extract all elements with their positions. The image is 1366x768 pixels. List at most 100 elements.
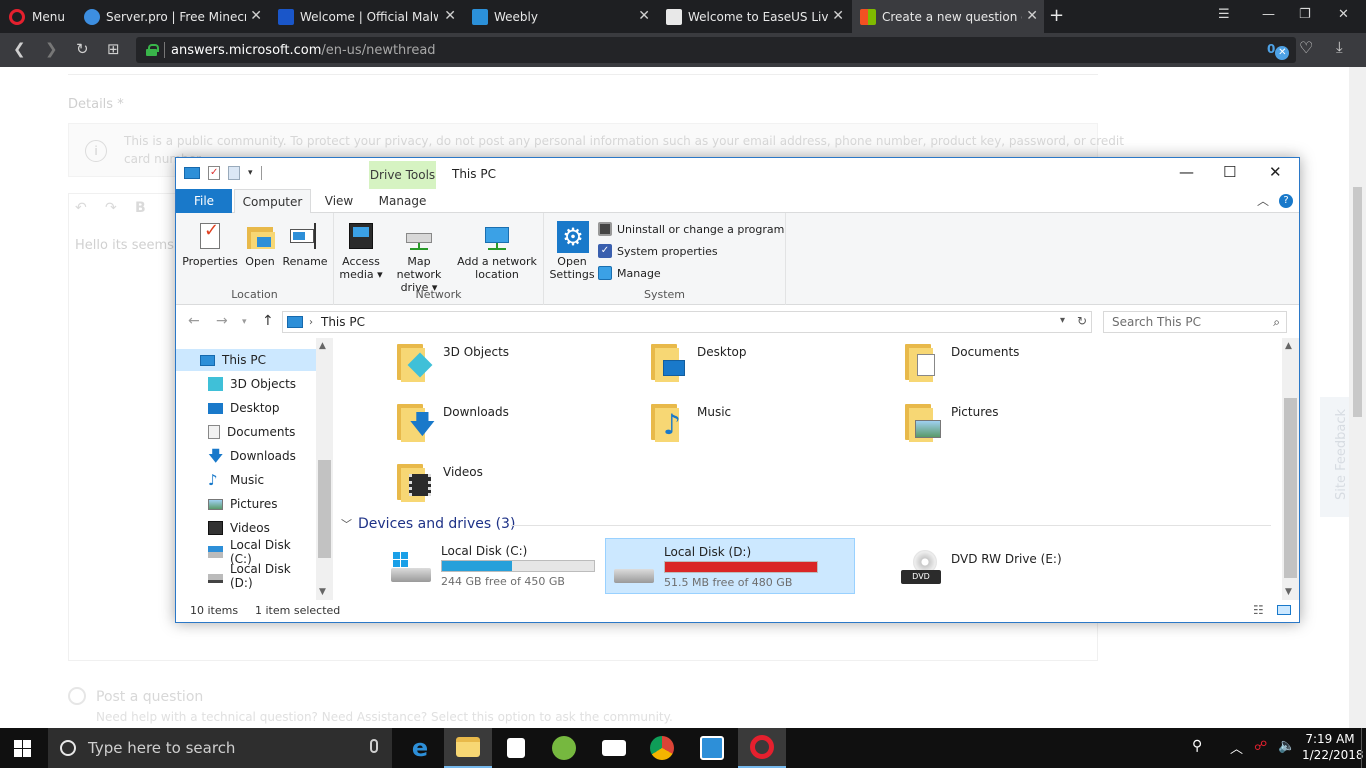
scroll-down-icon[interactable]: ▼ [1285,587,1292,597]
folder-downloads[interactable]: 🡇 Downloads [395,400,509,442]
explorer-search-input[interactable]: Search This PC ⌕ [1103,311,1287,333]
access-media-button[interactable]: Access media ▾ [338,221,384,281]
taskbar-clock[interactable]: 7:19 AM 1/22/2018 [1302,731,1364,763]
address-dropdown-icon[interactable]: ▾ [1060,315,1065,326]
system-properties-button[interactable]: ✓ System properties [598,244,718,258]
recent-locations-icon[interactable]: ▾ [242,317,247,327]
post-question-radio[interactable] [68,687,86,705]
opera-menu-button[interactable]: Menu [0,0,72,33]
open-settings-button[interactable]: ⚙ Open Settings [548,221,596,281]
undo-icon[interactable]: ↶ [75,200,87,216]
taskbar-chrome[interactable] [638,728,686,768]
volume-icon[interactable]: 🔈 [1278,738,1295,754]
rename-button[interactable]: Rename [282,221,328,268]
nav-item-documents[interactable]: Documents [176,421,316,443]
content-scrollbar[interactable]: ▲ ▼ [1282,338,1299,600]
folder-documents[interactable]: Documents [903,340,1019,382]
page-scrollbar[interactable] [1349,67,1366,728]
taskbar-utorrent[interactable] [540,728,588,768]
uninstall-program-button[interactable]: Uninstall or change a program [598,222,784,236]
explorer-minimize-icon[interactable]: — [1179,163,1194,181]
nav-item-music[interactable]: ♪ Music [176,469,316,491]
close-tab-icon[interactable]: ✕ [832,8,844,24]
customize-quick-access-icon[interactable]: ▾ [248,168,253,178]
tab-file[interactable]: File [176,189,232,213]
close-tab-icon[interactable]: ✕ [638,8,650,24]
browser-tab-microsoft-answers[interactable]: Create a new question or start ✕ [852,0,1044,33]
drive-c[interactable]: Local Disk (C:) 244 GB free of 450 GB [383,538,603,594]
nav-item-local-disk-c[interactable]: Local Disk (C:) [176,538,316,566]
show-desktop-button[interactable] [1361,728,1366,768]
bookmark-heart-icon[interactable]: ♡ [1299,38,1313,57]
taskbar-edge[interactable]: e [396,728,444,768]
nav-item-local-disk-d[interactable]: Local Disk (D:) [176,562,316,590]
redo-icon[interactable]: ↷ [105,200,117,216]
properties-button[interactable]: ✓ Properties [182,221,238,269]
tab-manage[interactable]: Manage [369,189,436,213]
up-icon[interactable]: ↑ [262,313,274,329]
bold-icon[interactable]: B [135,200,146,216]
tab-view[interactable]: View [314,189,364,213]
collapse-ribbon-icon[interactable]: ︿ [1257,192,1269,209]
devices-and-drives-header[interactable]: ﹀ Devices and drives (3) [341,516,1271,532]
forward-arrow-icon[interactable]: ❯ [45,40,58,58]
breadcrumb-this-pc[interactable]: This PC [321,315,365,329]
page-scrollbar-thumb[interactable] [1353,187,1362,417]
taskbar-opera[interactable] [738,728,786,768]
browser-tab-weebly[interactable]: Weebly ✕ [464,0,656,33]
drive-d[interactable]: Local Disk (D:) 51.5 MB free of 480 GB [605,538,855,594]
site-feedback-tab[interactable]: Site Feedback [1320,397,1352,517]
adblock-counter[interactable]: 0 ✕ [1267,42,1290,60]
speed-dial-grid-icon[interactable]: ⊞ [107,40,120,58]
refresh-icon[interactable]: ↻ [1077,314,1087,328]
minimize-window-icon[interactable]: — [1262,7,1275,22]
download-icon[interactable]: ⤓ [1336,38,1343,56]
show-hidden-icons-chevron[interactable]: ︿ [1230,738,1243,757]
add-network-location-button[interactable]: Add a network location [456,221,538,281]
new-folder-quick-icon[interactable] [228,166,240,180]
back-icon[interactable]: ← [188,313,200,329]
breadcrumb-chevron-icon[interactable]: › [309,317,313,328]
explorer-address-bar[interactable]: › This PC ▾ ↻ [282,311,1092,333]
manage-button[interactable]: Manage [598,266,661,280]
explorer-maximize-icon[interactable]: ☐ [1223,163,1236,181]
microphone-icon[interactable] [370,739,378,753]
forward-icon[interactable]: → [216,313,228,329]
details-view-icon[interactable]: ☷ [1253,603,1264,617]
folder-3d-objects[interactable]: 3D Objects [395,340,509,382]
nav-scroll-thumb[interactable] [318,460,331,558]
people-icon[interactable]: ⚲ [1192,738,1202,754]
browser-tab-malwarebytes[interactable]: Welcome | Official Malware ✕ [270,0,462,33]
tab-menu-icon[interactable]: ☰ [1218,7,1230,22]
new-tab-button[interactable]: + [1049,5,1064,26]
explorer-close-icon[interactable]: ✕ [1269,163,1282,181]
map-network-drive-button[interactable]: Map network drive ▾ [384,221,454,294]
folder-pictures[interactable]: Pictures [903,400,999,442]
reload-icon[interactable]: ↻ [76,40,89,58]
taskbar-store[interactable] [492,728,540,768]
tab-computer[interactable]: Computer [234,189,311,214]
close-tab-icon[interactable]: ✕ [250,8,262,24]
nav-item-desktop[interactable]: Desktop [176,397,316,419]
nav-pane-scrollbar[interactable]: ▲ ▼ [316,338,333,600]
browser-tab-serverpro[interactable]: Server.pro | Free Minecraft ✕ [76,0,268,33]
restore-window-icon[interactable]: ❐ [1299,7,1311,22]
large-icons-view-icon[interactable] [1277,605,1291,615]
folder-desktop[interactable]: Desktop [649,340,747,382]
taskbar-mail[interactable] [590,728,638,768]
open-button[interactable]: Open [238,221,282,268]
folder-videos[interactable]: Videos [395,460,483,502]
network-status-icon[interactable]: ☍ [1254,739,1267,754]
scroll-up-icon[interactable]: ▲ [1285,341,1292,351]
nav-item-downloads[interactable]: 🡇 Downloads [176,445,316,467]
folder-music[interactable]: ♪ Music [649,400,731,442]
scroll-down-icon[interactable]: ▼ [319,587,326,597]
content-scroll-thumb[interactable] [1284,398,1297,578]
properties-quick-icon[interactable]: ✓ [208,166,220,180]
taskbar-search-box[interactable]: Type here to search [48,728,392,768]
nav-item-pictures[interactable]: Pictures [176,493,316,515]
collapse-chevron-icon[interactable]: ﹀ [341,516,352,532]
taskbar-app[interactable] [688,728,736,768]
close-tab-icon[interactable]: ✕ [1026,8,1038,24]
drive-e-dvd[interactable]: DVD DVD RW Drive (E:) [893,538,1113,594]
